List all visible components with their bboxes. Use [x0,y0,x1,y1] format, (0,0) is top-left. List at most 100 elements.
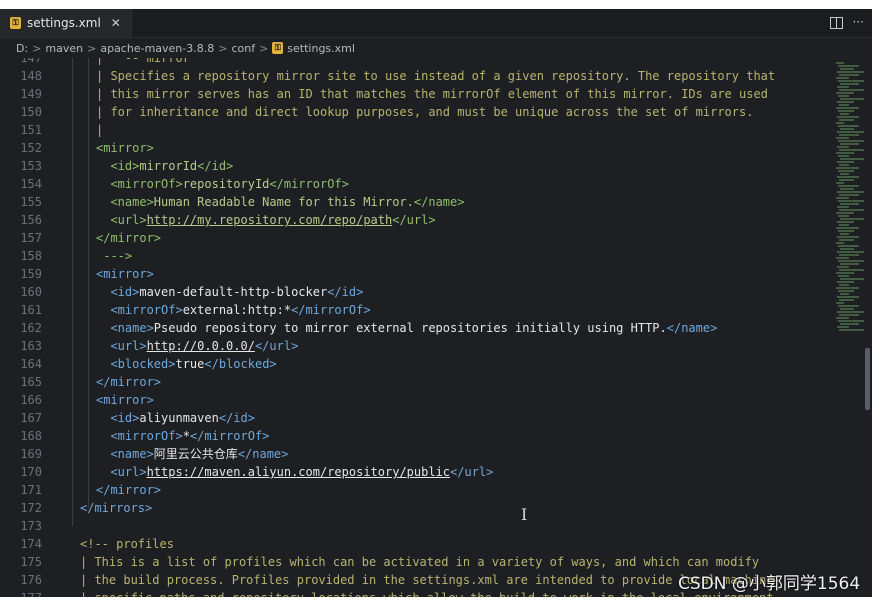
minimap-line [837,131,864,133]
breadcrumb-item[interactable]: conf [231,42,255,55]
code-text: | for inheritance and direct lookup purp… [96,103,753,121]
code-text: <mirrorOf>*</mirrorOf> [96,427,269,445]
minimap-line [839,239,854,241]
minimap-line [839,179,854,181]
line-number: 152 [20,141,42,155]
code-token: Pseudo repository to mirror external rep… [153,321,667,335]
code-token: </url> [392,213,436,227]
code-text: </mirror> [96,373,161,391]
code-line[interactable]: 167 <id>aliyunmaven</id> [0,409,834,427]
minimap-line [836,122,844,124]
breadcrumb-item[interactable]: D: [16,42,28,55]
code-line[interactable]: 153 <id>mirrorId</id> [0,157,834,175]
minimap-line [838,65,859,67]
minimap-line [840,173,849,175]
code-token: Human Readable Name for this Mirror. [153,195,414,209]
code-token: <name> [96,195,154,209]
line-number: 156 [20,213,42,227]
code-token: </id> [218,411,255,425]
breadcrumb-item[interactable]: settings.xml [287,42,355,55]
code-line[interactable]: 150 | for inheritance and direct lookup p… [0,103,834,121]
code-token: mirrorId [139,159,198,173]
breadcrumb-separator: > [32,41,42,55]
line-number: 177 [0,589,42,597]
code-line[interactable]: 172 </mirrors> [0,499,834,517]
minimap-line [837,116,859,118]
line-number: 162 [20,321,42,335]
minimap-line [837,161,854,163]
code-token: </mirror> [96,483,162,497]
minimap[interactable] [836,58,866,597]
minimap-line [837,251,864,253]
code-text: | the build process. Profiles provided i… [80,571,781,589]
minimap-line [839,284,849,286]
code-line[interactable]: 161 <mirrorOf>external:http:*</mirrorOf> [0,301,834,319]
text-cursor-icon: I [521,505,528,524]
split-editor-icon[interactable] [829,17,843,29]
code-line[interactable]: 149 | this mirror serves has an ID that m… [0,85,834,103]
code-text: <name>阿里云公共仓库</name> [96,445,288,463]
minimap-line [837,101,854,103]
breadcrumb-item[interactable]: maven [45,42,83,55]
code-editor[interactable]: 147 | -- mirror 148 | Specifies a repositor… [0,58,834,597]
minimap-line [838,155,849,157]
code-line[interactable]: 173 [0,517,834,535]
code-line[interactable]: 154 <mirrorOf>repositoryId</mirrorOf> [0,175,834,193]
code-line[interactable]: 162 <name>Pseudo repository to mirror ex… [0,319,834,337]
code-line[interactable]: 159 <mirror> [0,265,834,283]
code-line[interactable]: 158 ---> [0,247,834,265]
code-line[interactable]: 166 <mirror> [0,391,834,409]
indent-guide [88,58,89,508]
code-token: </name> [413,195,465,209]
code-line[interactable]: 152 <mirror> [0,139,834,157]
code-line[interactable]: 156 <url>http://my.repository.com/repo/p… [0,211,834,229]
minimap-line [836,242,844,244]
tab-bar: ⚿ settings.xml ✕ ··· [0,9,872,38]
tab-settings-xml[interactable]: ⚿ settings.xml ✕ [0,9,132,37]
code-token: maven-default-http-blocker [139,285,328,299]
code-line[interactable]: 165 </mirror> [0,373,834,391]
top-margin [0,0,894,9]
code-line[interactable]: 169 <name>阿里云公共仓库</name> [0,445,834,463]
code-text: | this mirror serves has an ID that matc… [96,85,768,103]
code-line[interactable]: 174 <!-- profiles [0,535,834,553]
indent-guide [72,58,73,526]
code-line[interactable]: 148 | Specifies a repository mirror site … [0,67,834,85]
minimap-line [837,326,849,328]
minimap-line [838,95,849,97]
minimap-line [838,170,854,172]
line-number: 172 [20,501,42,515]
vertical-scrollbar-thumb[interactable] [865,348,870,410]
breadcrumb-separator: > [218,41,228,55]
minimap-line [839,224,849,226]
line-number: 176 [20,573,42,587]
line-number: 157 [20,231,42,245]
code-token: | for inheritance and direct lookup purp… [96,105,754,119]
line-number: 158 [20,249,42,263]
code-line[interactable]: 164 <blocked>true</blocked> [0,355,834,373]
code-token: <url> [96,465,147,479]
minimap-line [840,248,854,250]
code-line[interactable]: 155 <name>Human Readable Name for this M… [0,193,834,211]
more-actions-icon[interactable]: ··· [853,15,864,29]
code-token: </id> [197,159,234,173]
code-line[interactable]: 157 </mirror> [0,229,834,247]
code-line[interactable]: 163 <url>http://0.0.0.0/</url> [0,337,834,355]
code-line[interactable]: 170 <url>https://maven.aliyun.com/reposi… [0,463,834,481]
code-line[interactable]: 171 </mirror> [0,481,834,499]
breadcrumb-item[interactable]: apache-maven-3.8.8 [100,42,214,55]
code-line[interactable]: 147 | -- mirror [0,58,834,67]
code-line[interactable]: 151 | [0,121,834,139]
code-token: <mirror> [96,267,154,281]
code-token: </mirrorOf> [291,303,371,317]
line-number: 149 [20,87,42,101]
minimap-line [838,245,859,247]
line-number: 159 [20,267,42,281]
close-icon[interactable]: ✕ [111,16,121,30]
minimap-line [840,233,849,235]
code-line[interactable]: 168 <mirrorOf>*</mirrorOf> [0,427,834,445]
code-line[interactable]: 160 <id>maven-default-http-blocker</id> [0,283,834,301]
line-number: 174 [20,537,42,551]
code-text: </mirrors> [80,499,152,517]
line-number: 164 [20,357,42,371]
